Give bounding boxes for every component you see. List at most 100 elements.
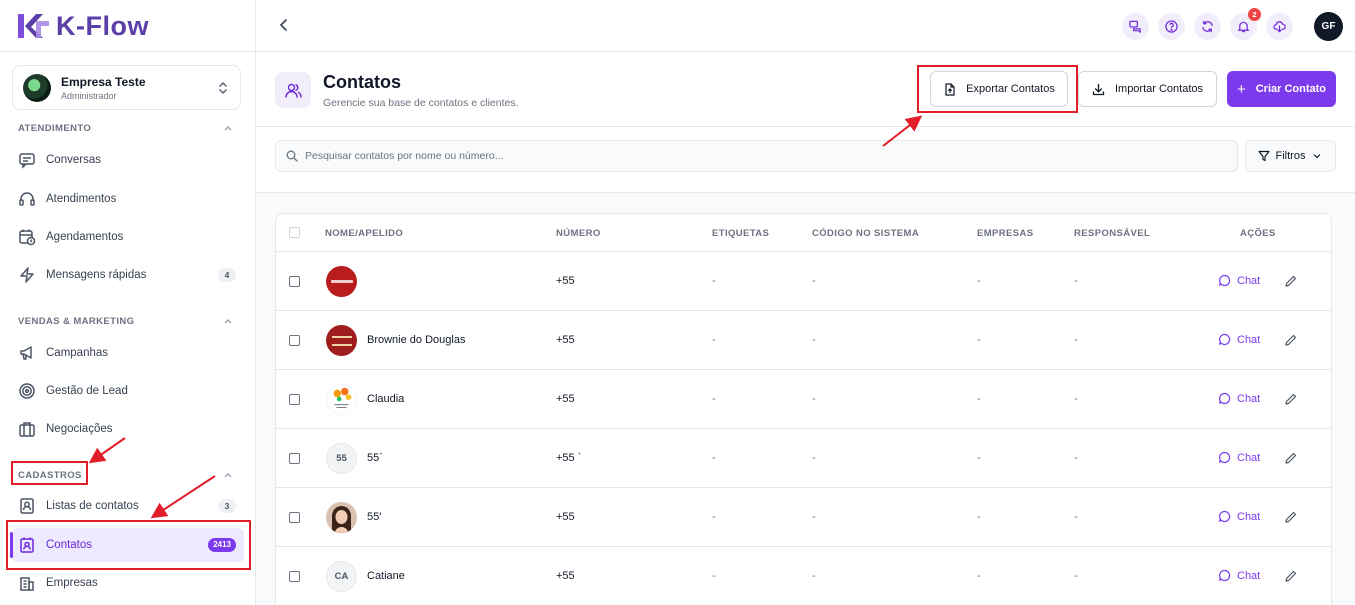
contact-avatar — [326, 266, 357, 297]
sidebar-item-conversas[interactable]: Conversas — [12, 143, 244, 177]
chat-bubble-icon — [1218, 274, 1231, 287]
sidebar-item-atendimentos[interactable]: Atendimentos — [12, 182, 244, 216]
select-all-checkbox[interactable] — [289, 227, 300, 238]
filters-button[interactable]: Filtros — [1245, 140, 1336, 172]
table-row: Brownie do Douglas +55 - - - - Chat — [276, 311, 1331, 370]
chat-button[interactable]: Chat — [1218, 333, 1260, 346]
sidebar-item-mensagens-rapidas[interactable]: Mensagens rápidas 4 — [12, 258, 244, 292]
chat-bubble-icon — [1218, 392, 1231, 405]
contact-avatar — [326, 325, 357, 356]
sidebar-item-label: Conversas — [46, 154, 101, 166]
company-switcher[interactable]: Empresa Teste Administrador — [12, 65, 241, 110]
target-icon — [19, 383, 35, 399]
pencil-icon[interactable] — [1284, 569, 1298, 583]
column-header-owner[interactable]: RESPONSÁVEL — [1074, 228, 1150, 239]
contact-companies: - — [977, 452, 981, 464]
sidebar-item-label: Negociações — [46, 423, 113, 435]
calendar-clock-icon — [19, 229, 36, 246]
contact-name[interactable]: 55′ — [367, 511, 381, 523]
contact-system-code: - — [812, 334, 816, 346]
sync-button[interactable] — [1194, 13, 1221, 40]
bell-icon — [1237, 21, 1250, 33]
help-button[interactable] — [1158, 13, 1185, 40]
contact-companies: - — [977, 393, 981, 405]
contact-system-code: - — [812, 452, 816, 464]
contact-owner: - — [1074, 452, 1078, 464]
filters-label: Filtros — [1275, 150, 1306, 162]
contact-number: +55 — [556, 570, 575, 582]
chat-button[interactable]: Chat — [1218, 392, 1260, 405]
chevron-left-icon[interactable] — [276, 17, 292, 33]
contact-owner: - — [1074, 275, 1078, 287]
section-title-vendas-marketing: VENDAS & MARKETING — [18, 316, 135, 327]
flowers-image — [333, 387, 352, 408]
search-box[interactable] — [275, 140, 1238, 172]
contact-tags: - — [712, 452, 716, 464]
contact-name[interactable]: Brownie do Douglas — [367, 334, 465, 346]
contact-name[interactable]: Catiane — [367, 570, 405, 582]
table-row: 55 55` +55 ` - - - - Chat — [276, 429, 1331, 488]
top-bar: 2 GF — [256, 0, 1355, 52]
contact-avatar: CA — [326, 561, 357, 592]
sidebar-item-agendamentos[interactable]: Agendamentos — [12, 220, 244, 254]
pencil-icon[interactable] — [1284, 392, 1298, 406]
contact-name[interactable]: 55` — [367, 452, 383, 464]
table-row: Claudia +55 - - - - Chat — [276, 370, 1331, 429]
chevron-up-icon[interactable] — [223, 470, 233, 480]
contact-owner: - — [1074, 511, 1078, 523]
column-header-companies[interactable]: EMPRESAS — [977, 228, 1034, 239]
pencil-icon[interactable] — [1284, 333, 1298, 347]
count-badge: 3 — [218, 499, 236, 513]
column-header-tags[interactable]: ETIQUETAS — [712, 228, 769, 239]
brand-logo[interactable]: K-Flow — [16, 10, 149, 42]
chat-button[interactable]: Chat — [1218, 569, 1260, 582]
row-checkbox[interactable] — [289, 453, 300, 464]
contact-owner: - — [1074, 334, 1078, 346]
create-contact-button[interactable]: + Criar Contato — [1227, 71, 1336, 107]
column-header-actions: AÇÕES — [1240, 228, 1276, 239]
row-checkbox[interactable] — [289, 276, 300, 287]
row-checkbox[interactable] — [289, 394, 300, 405]
chat-bubble-icon — [1218, 510, 1231, 523]
contacts-header-icon-box — [275, 72, 311, 108]
highlight-box-cadastros — [11, 461, 88, 485]
sidebar-item-empresas[interactable]: Empresas — [12, 566, 244, 600]
chat-button[interactable]: Chat — [1218, 274, 1260, 287]
chat-label: Chat — [1237, 510, 1261, 523]
user-avatar[interactable]: GF — [1314, 12, 1343, 41]
notifications-button[interactable]: 2 — [1230, 8, 1261, 40]
row-checkbox[interactable] — [289, 571, 300, 582]
import-contacts-button[interactable]: Importar Contatos — [1078, 71, 1217, 107]
chevron-up-icon[interactable] — [223, 316, 233, 326]
contact-companies: - — [977, 570, 981, 582]
search-input[interactable] — [305, 150, 1205, 162]
refresh-icon — [1202, 20, 1213, 33]
column-header-name[interactable]: NOME/APELIDO — [325, 228, 403, 239]
pencil-icon[interactable] — [1284, 510, 1298, 524]
row-checkbox[interactable] — [289, 335, 300, 346]
pencil-icon[interactable] — [1284, 274, 1298, 288]
sidebar-item-campanhas[interactable]: Campanhas — [12, 336, 244, 370]
messages-button[interactable] — [1122, 13, 1149, 40]
sidebar: K-Flow Empresa Teste Administrador ATEND… — [0, 0, 256, 605]
sidebar-item-listas-de-contatos[interactable]: Listas de contatos 3 — [12, 489, 244, 523]
contact-name[interactable]: Claudia — [367, 393, 404, 405]
row-checkbox[interactable] — [289, 512, 300, 523]
chat-button[interactable]: Chat — [1218, 510, 1260, 523]
column-header-number[interactable]: NÚMERO — [556, 228, 601, 239]
chat-button[interactable]: Chat — [1218, 451, 1260, 464]
column-header-system-code[interactable]: CÓDIGO NO SISTEMA — [812, 228, 919, 239]
pencil-icon[interactable] — [1284, 451, 1298, 465]
download-button[interactable] — [1266, 13, 1293, 40]
red-logo-image — [330, 280, 353, 283]
section-title-atendimento: ATENDIMENTO — [18, 123, 92, 134]
chevron-up-icon[interactable] — [223, 123, 233, 133]
sidebar-item-negociacoes[interactable]: Negociações — [12, 412, 244, 446]
sidebar-item-gestao-de-lead[interactable]: Gestão de Lead — [12, 374, 244, 408]
headset-icon — [19, 192, 35, 206]
contacts-table: NOME/APELIDO NÚMERO ETIQUETAS CÓDIGO NO … — [275, 213, 1332, 605]
count-badge: 4 — [218, 268, 236, 282]
contact-tags: - — [712, 570, 716, 582]
contact-tags: - — [712, 393, 716, 405]
person-photo-image — [326, 502, 357, 533]
